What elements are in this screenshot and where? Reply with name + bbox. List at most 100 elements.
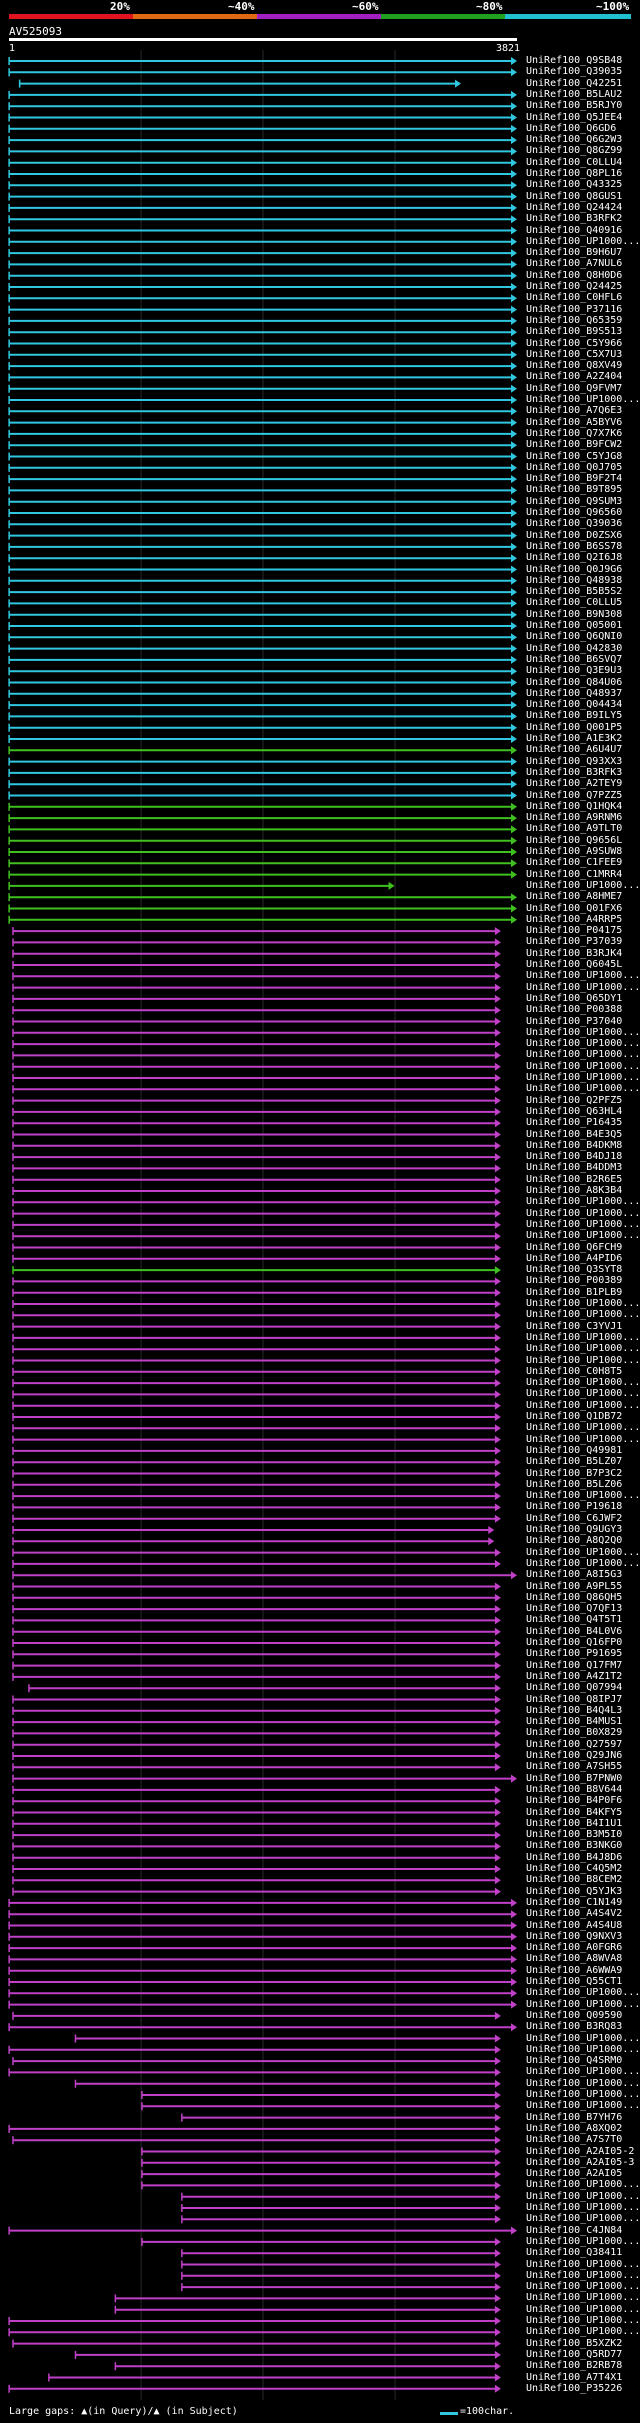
hit-track[interactable] xyxy=(8,554,517,563)
hit-track[interactable] xyxy=(12,1322,501,1331)
hit-track[interactable] xyxy=(8,384,517,393)
hit-label[interactable]: UniRef100_B7P3C2 xyxy=(526,1468,622,1479)
hit-label[interactable]: UniRef100_B5LZ07 xyxy=(526,1457,622,1467)
hit-track[interactable] xyxy=(8,791,517,800)
hit-label[interactable]: UniRef100_UP1000... xyxy=(526,1050,640,1060)
hit-label[interactable]: UniRef100_Q6G2W3 xyxy=(526,135,622,145)
hit-label[interactable]: UniRef100_B9FCW2 xyxy=(526,440,622,450)
hit-track[interactable] xyxy=(8,622,517,630)
hit-label[interactable]: UniRef100_C0HFL6 xyxy=(526,293,622,303)
hit-track[interactable] xyxy=(12,1141,501,1150)
hit-track[interactable] xyxy=(12,1311,501,1320)
hit-label[interactable]: UniRef100_B5LAU2 xyxy=(526,89,622,100)
hit-track[interactable] xyxy=(8,689,517,698)
hit-track[interactable] xyxy=(12,1537,495,1546)
hit-label[interactable]: UniRef100_B3RQ83 xyxy=(526,2022,622,2032)
hit-label[interactable]: UniRef100_Q6045L xyxy=(526,960,622,970)
hit-label[interactable]: UniRef100_UP1000... xyxy=(526,1073,640,1083)
hit-track[interactable] xyxy=(8,904,517,913)
hit-track[interactable] xyxy=(12,1209,501,1218)
hit-track[interactable] xyxy=(8,226,517,235)
hit-track[interactable] xyxy=(12,1187,501,1195)
hit-track[interactable] xyxy=(181,2215,501,2224)
hit-label[interactable]: UniRef100_B9H6U7 xyxy=(526,248,622,258)
hit-label[interactable]: UniRef100_A4S4U8 xyxy=(526,1920,622,1931)
hit-track[interactable] xyxy=(12,1345,501,1354)
hit-label[interactable]: UniRef100_C6JWF2 xyxy=(526,1513,622,1524)
hit-label[interactable]: UniRef100_UP1000... xyxy=(526,1027,640,1038)
hit-track[interactable] xyxy=(8,893,517,902)
hit-track[interactable] xyxy=(8,915,517,924)
hit-track[interactable] xyxy=(8,237,517,246)
hit-track[interactable] xyxy=(12,1853,501,1862)
hit-track[interactable] xyxy=(12,1695,501,1704)
hit-label[interactable]: UniRef100_Q07994 xyxy=(526,1683,622,1693)
hit-label[interactable]: UniRef100_Q65359 xyxy=(526,315,622,326)
hit-label[interactable]: UniRef100_A8K3B4 xyxy=(526,1186,622,1196)
hit-track[interactable] xyxy=(8,667,517,676)
hit-track[interactable] xyxy=(8,1966,517,1975)
hit-track[interactable] xyxy=(8,542,517,551)
hit-track[interactable] xyxy=(12,1605,501,1614)
hit-track[interactable] xyxy=(8,2000,517,2009)
hit-label[interactable]: UniRef100_B2RB78 xyxy=(526,2361,622,2371)
hit-label[interactable]: UniRef100_UP1000... xyxy=(526,1231,640,1241)
hit-label[interactable]: UniRef100_UP1000... xyxy=(526,1344,640,1354)
hit-track[interactable] xyxy=(12,1639,501,1647)
hit-track[interactable] xyxy=(8,746,517,755)
hit-track[interactable] xyxy=(8,881,395,890)
hit-track[interactable] xyxy=(12,1842,501,1851)
hit-label[interactable]: UniRef100_UP1000... xyxy=(526,236,640,247)
hit-label[interactable]: UniRef100_C3YVJ1 xyxy=(526,1321,622,1332)
hit-label[interactable]: UniRef100_Q8GUS1 xyxy=(526,191,622,202)
hit-label[interactable]: UniRef100_A9SUW8 xyxy=(526,847,622,857)
hit-label[interactable]: UniRef100_UP1000... xyxy=(526,2078,640,2089)
hit-track[interactable] xyxy=(8,486,517,495)
hit-track[interactable] xyxy=(12,1469,501,1478)
hit-label[interactable]: UniRef100_Q4T5T1 xyxy=(526,1615,622,1625)
hit-track[interactable] xyxy=(141,2102,501,2111)
hit-label[interactable]: UniRef100_Q6FCH9 xyxy=(526,1242,622,1253)
hit-label[interactable]: UniRef100_Q27597 xyxy=(526,1739,622,1750)
hit-track[interactable] xyxy=(12,1706,501,1715)
hit-track[interactable] xyxy=(12,1107,501,1116)
hit-track[interactable] xyxy=(8,452,517,461)
hit-track[interactable] xyxy=(12,1480,501,1489)
hit-label[interactable]: UniRef100_B4DKM8 xyxy=(526,1140,622,1151)
hit-track[interactable] xyxy=(141,2237,501,2246)
hit-label[interactable]: UniRef100_B6SVQ7 xyxy=(526,654,622,665)
hit-track[interactable] xyxy=(181,2204,501,2212)
hit-track[interactable] xyxy=(8,565,517,574)
hit-label[interactable]: UniRef100_A0FGR6 xyxy=(526,1943,622,1953)
hit-track[interactable] xyxy=(12,1288,501,1297)
hit-track[interactable] xyxy=(8,283,517,291)
hit-track[interactable] xyxy=(8,294,517,303)
hit-label[interactable]: UniRef100_Q8H0D6 xyxy=(526,270,622,281)
hit-label[interactable]: UniRef100_Q0J705 xyxy=(526,462,622,473)
hit-track[interactable] xyxy=(8,701,517,710)
hit-label[interactable]: UniRef100_UP1000... xyxy=(526,1558,640,1569)
hit-track[interactable] xyxy=(12,1548,501,1557)
hit-track[interactable] xyxy=(12,1627,501,1636)
hit-track[interactable] xyxy=(8,1910,517,1919)
hit-track[interactable] xyxy=(8,1898,517,1907)
hit-label[interactable]: UniRef100_Q3E9U3 xyxy=(526,666,622,676)
hit-label[interactable]: UniRef100_UP1000... xyxy=(526,1299,640,1309)
hit-track[interactable] xyxy=(12,1051,501,1060)
hit-track[interactable] xyxy=(74,2034,501,2043)
hit-track[interactable] xyxy=(12,1661,501,1670)
hit-label[interactable]: UniRef100_UP1000... xyxy=(526,1310,640,1320)
hit-track[interactable] xyxy=(8,124,517,133)
hit-label[interactable]: UniRef100_Q05001 xyxy=(526,621,622,631)
hit-label[interactable]: UniRef100_Q29JN6 xyxy=(526,1751,622,1761)
hit-track[interactable] xyxy=(8,610,517,619)
hit-label[interactable]: UniRef100_UP1000... xyxy=(526,2214,640,2224)
hit-label[interactable]: UniRef100_Q16FP0 xyxy=(526,1638,622,1648)
hit-track[interactable] xyxy=(12,1040,501,1049)
hit-label[interactable]: UniRef100_Q8GZ99 xyxy=(526,146,622,156)
hit-label[interactable]: UniRef100_A7SH55 xyxy=(526,1762,622,1772)
hit-label[interactable]: UniRef100_Q39035 xyxy=(526,67,622,77)
hit-track[interactable] xyxy=(181,2271,501,2280)
hit-track[interactable] xyxy=(8,203,517,212)
hit-track[interactable] xyxy=(12,1153,501,1162)
